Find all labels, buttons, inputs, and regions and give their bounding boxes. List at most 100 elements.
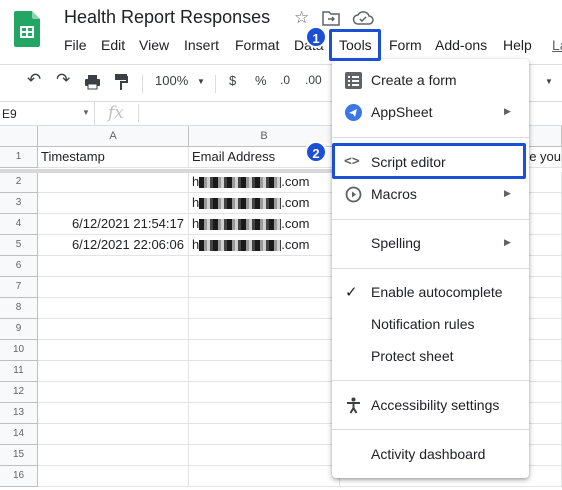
select-all-corner[interactable] bbox=[0, 126, 38, 147]
menu-item-notification-rules[interactable]: Notification rules bbox=[332, 309, 529, 339]
menu-item-accessibility-settings[interactable]: Accessibility settings bbox=[332, 390, 529, 420]
cell-b[interactable]: h .com bbox=[189, 172, 340, 193]
cell-b[interactable] bbox=[189, 340, 340, 361]
email-suffix: .com bbox=[281, 174, 310, 189]
move-folder-icon[interactable] bbox=[322, 10, 340, 26]
cloud-status-icon[interactable] bbox=[352, 10, 374, 26]
menu-insert[interactable]: Insert bbox=[184, 37, 219, 53]
row-header[interactable]: 14 bbox=[0, 424, 38, 445]
menu-item-create-form[interactable]: Create a form bbox=[332, 65, 529, 95]
menu-last-edit[interactable]: La bbox=[552, 37, 562, 53]
row-header[interactable]: 11 bbox=[0, 361, 38, 382]
cell-a[interactable] bbox=[38, 172, 189, 193]
print-icon[interactable] bbox=[84, 74, 101, 90]
cell-a[interactable]: 6/12/2021 21:54:17 bbox=[38, 214, 189, 235]
menu-edit[interactable]: Edit bbox=[101, 37, 125, 53]
menu-item-label: Notification rules bbox=[371, 316, 475, 332]
redacted-email-blur bbox=[199, 219, 282, 231]
menu-item-protect-sheet[interactable]: Protect sheet bbox=[332, 341, 529, 371]
redacted-email-blur bbox=[199, 177, 282, 189]
zoom-dropdown-icon[interactable]: ▼ bbox=[197, 77, 205, 86]
cell-b[interactable] bbox=[189, 277, 340, 298]
row-header[interactable]: 12 bbox=[0, 382, 38, 403]
name-box[interactable]: E9 bbox=[0, 102, 95, 125]
menu-format[interactable]: Format bbox=[235, 37, 279, 53]
cell-a[interactable] bbox=[38, 193, 189, 214]
cell-a[interactable] bbox=[38, 256, 189, 277]
column-header-a[interactable]: A bbox=[38, 126, 189, 147]
row-header[interactable]: 8 bbox=[0, 298, 38, 319]
row-header[interactable]: 9 bbox=[0, 319, 38, 340]
cell-b[interactable]: h .com bbox=[189, 235, 340, 256]
accessibility-icon bbox=[347, 397, 360, 414]
email-prefix: h bbox=[192, 216, 200, 231]
row-header[interactable]: 15 bbox=[0, 445, 38, 466]
cell-a[interactable]: 6/12/2021 22:06:06 bbox=[38, 235, 189, 256]
redo-icon[interactable]: ↷ bbox=[56, 70, 70, 90]
document-title[interactable]: Health Report Responses bbox=[64, 7, 270, 28]
cell-b[interactable] bbox=[189, 445, 340, 466]
cell-b[interactable] bbox=[189, 256, 340, 277]
decrease-decimals-button[interactable]: .0 bbox=[280, 73, 290, 87]
menu-view[interactable]: View bbox=[139, 37, 169, 53]
play-circle-icon bbox=[345, 186, 362, 203]
menu-item-macros[interactable]: Macros ▶ bbox=[332, 179, 529, 209]
cell-a[interactable] bbox=[38, 277, 189, 298]
zoom-select[interactable]: 100% bbox=[155, 73, 188, 88]
cell-b[interactable] bbox=[189, 424, 340, 445]
frozen-row-divider[interactable] bbox=[0, 169, 340, 173]
cell-a[interactable]: Timestamp bbox=[38, 147, 189, 168]
menu-item-appsheet[interactable]: AppSheet ▶ bbox=[332, 97, 529, 127]
menu-item-activity-dashboard[interactable]: Activity dashboard bbox=[332, 439, 529, 469]
paint-format-icon[interactable] bbox=[114, 73, 128, 91]
menu-addons[interactable]: Add-ons bbox=[435, 37, 487, 53]
email-suffix: .com bbox=[281, 195, 310, 210]
row-header[interactable]: 1 bbox=[0, 147, 38, 168]
font-size-dropdown-icon[interactable]: ▼ bbox=[545, 77, 553, 86]
cell-b[interactable]: h .com bbox=[189, 193, 340, 214]
cell-b[interactable] bbox=[189, 361, 340, 382]
undo-icon[interactable]: ↶ bbox=[27, 70, 41, 90]
menu-form[interactable]: Form bbox=[389, 37, 422, 53]
percent-format-button[interactable]: % bbox=[255, 73, 267, 88]
increase-decimals-button[interactable]: .00 bbox=[305, 73, 322, 87]
cell-b[interactable] bbox=[189, 403, 340, 424]
row-header[interactable]: 13 bbox=[0, 403, 38, 424]
menu-item-label: Create a form bbox=[371, 72, 457, 88]
cell-b[interactable] bbox=[189, 298, 340, 319]
menu-file[interactable]: File bbox=[64, 37, 87, 53]
email-prefix: h bbox=[192, 174, 200, 189]
redacted-email-blur bbox=[199, 240, 282, 252]
row-header[interactable]: 16 bbox=[0, 466, 38, 487]
cell-a[interactable] bbox=[38, 445, 189, 466]
name-box-dropdown-icon[interactable]: ▼ bbox=[82, 108, 90, 117]
currency-format-button[interactable]: $ bbox=[229, 73, 236, 88]
cell-a[interactable] bbox=[38, 403, 189, 424]
sheets-logo-icon[interactable] bbox=[14, 11, 40, 47]
row-header[interactable]: 10 bbox=[0, 340, 38, 361]
cell-b[interactable] bbox=[189, 319, 340, 340]
cell-a[interactable] bbox=[38, 298, 189, 319]
menu-item-enable-autocomplete[interactable]: ✓ Enable autocomplete bbox=[332, 277, 529, 307]
cell-a[interactable] bbox=[38, 466, 189, 487]
cell-a[interactable] bbox=[38, 319, 189, 340]
row-header[interactable]: 3 bbox=[0, 193, 38, 214]
menu-item-spelling[interactable]: Spelling ▶ bbox=[332, 228, 529, 258]
row-header[interactable]: 6 bbox=[0, 256, 38, 277]
cell-b[interactable] bbox=[189, 466, 340, 487]
cell-a[interactable] bbox=[38, 340, 189, 361]
cell-a[interactable] bbox=[38, 424, 189, 445]
menu-help[interactable]: Help bbox=[503, 37, 532, 53]
row-header[interactable]: 7 bbox=[0, 277, 38, 298]
row-header[interactable]: 2 bbox=[0, 172, 38, 193]
star-icon[interactable]: ☆ bbox=[294, 8, 309, 28]
email-suffix: .com bbox=[281, 237, 310, 252]
cell-a[interactable] bbox=[38, 361, 189, 382]
tools-menu-dropdown: Create a form AppSheet ▶ <> Script edito… bbox=[332, 59, 529, 478]
row-header[interactable]: 5 bbox=[0, 235, 38, 256]
menu-item-label: Accessibility settings bbox=[371, 397, 500, 413]
cell-b[interactable] bbox=[189, 382, 340, 403]
cell-b[interactable]: h .com bbox=[189, 214, 340, 235]
row-header[interactable]: 4 bbox=[0, 214, 38, 235]
cell-a[interactable] bbox=[38, 382, 189, 403]
